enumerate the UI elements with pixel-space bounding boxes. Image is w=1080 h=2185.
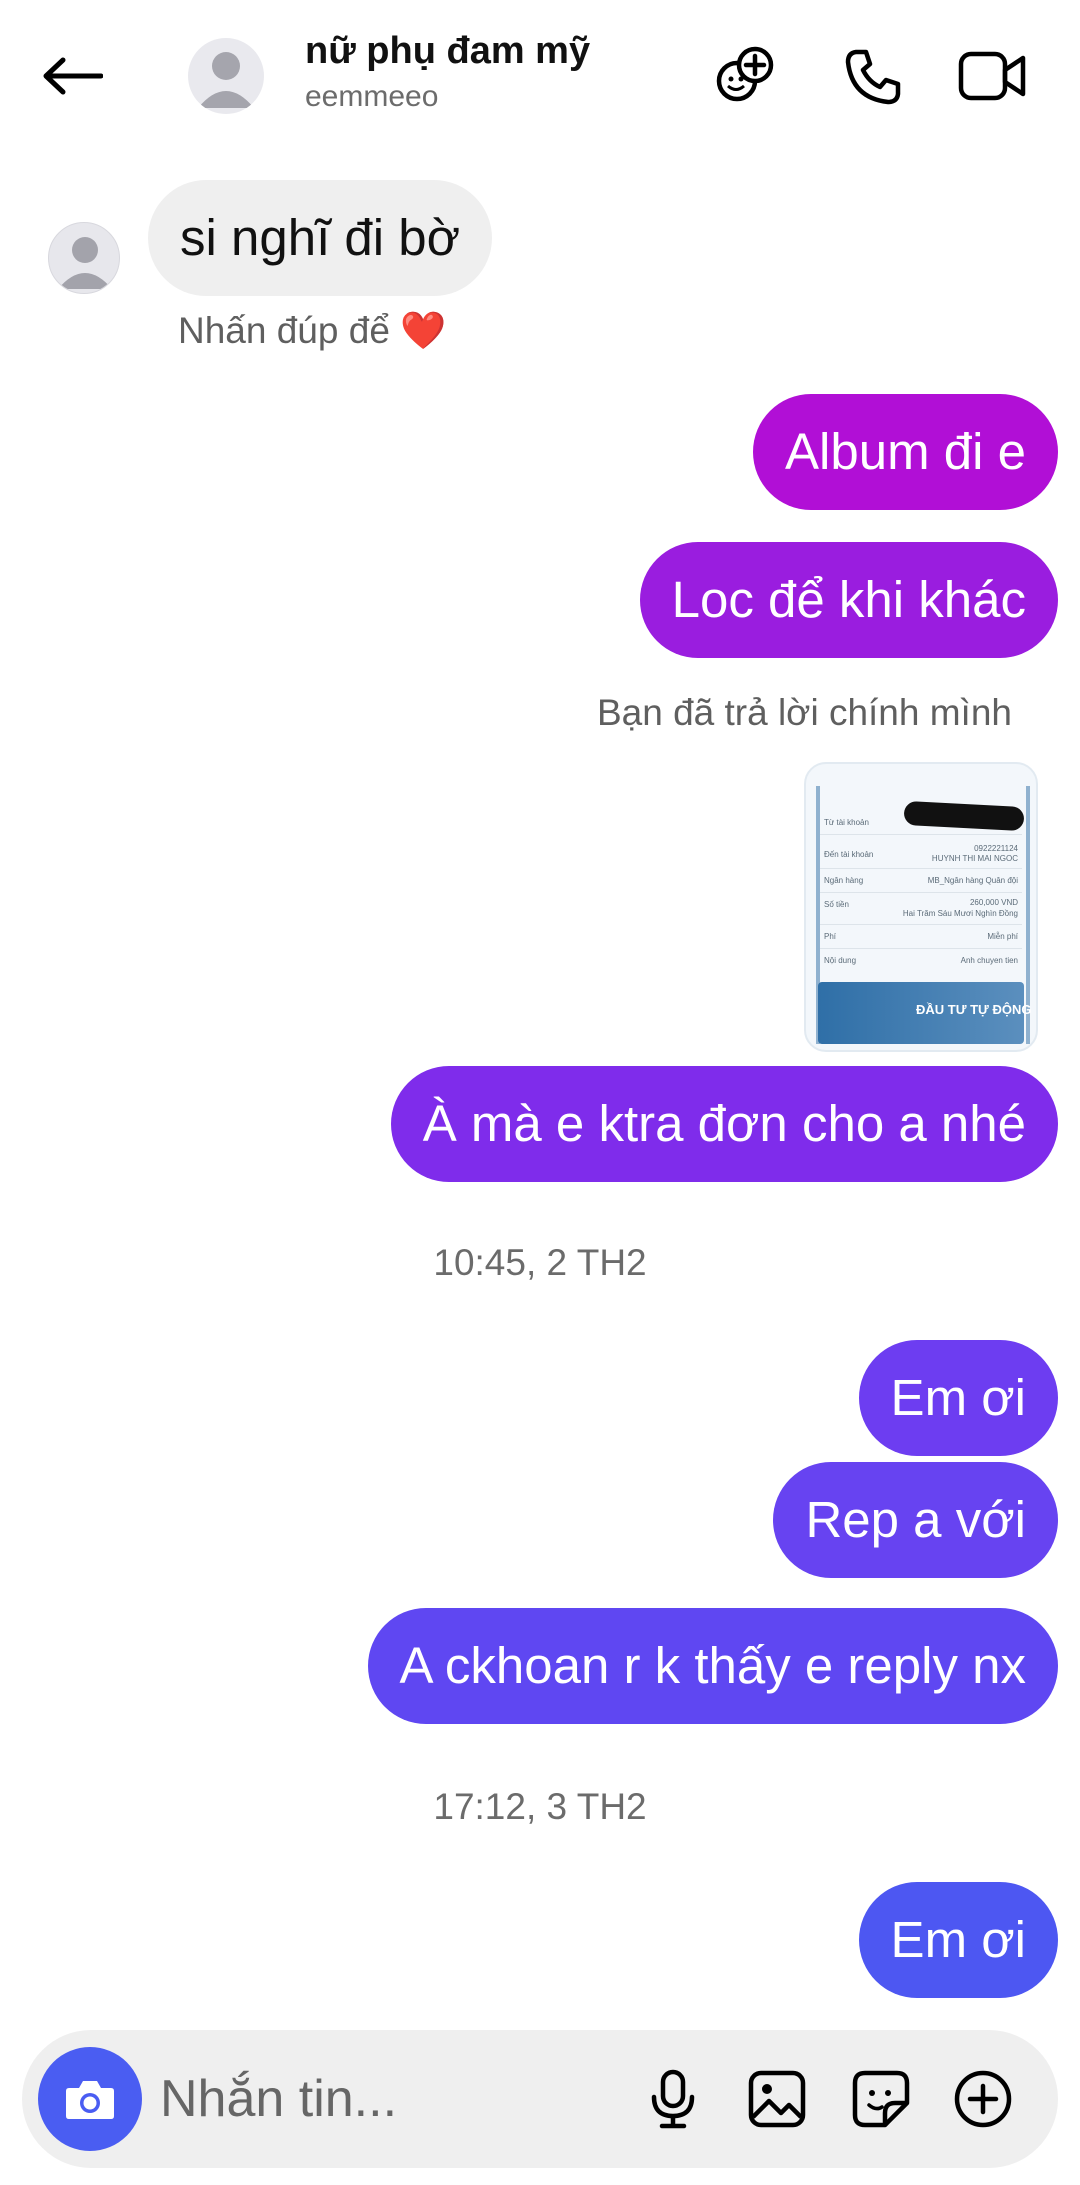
plus-circle-icon[interactable] [944, 2060, 1022, 2138]
message-bubble-outgoing[interactable]: Em ơi [858, 1882, 1058, 1998]
avatar[interactable] [188, 38, 264, 114]
phone-icon[interactable] [836, 40, 908, 112]
contact-name[interactable]: nữ phụ đam mỹ [305, 30, 590, 73]
message-bubble-outgoing[interactable]: Rep a với [773, 1462, 1058, 1578]
receipt-value: Hai Trăm Sáu Mươi Nghìn Đồng [902, 909, 1018, 918]
receipt-label: Nội dung [824, 956, 857, 965]
receipt-value: Anh chuyen tien [960, 956, 1018, 965]
message-bubble-outgoing[interactable]: Em ơi [858, 1340, 1058, 1456]
receipt-value: MB_Ngân hàng Quân đội [927, 876, 1018, 885]
message-bubble-outgoing[interactable]: Loc để khi khác [639, 542, 1058, 658]
receipt-value: 260,000 VND [969, 898, 1018, 907]
receipt-ad-text: ĐẦU TƯ TỰ ĐỘNG [916, 1002, 1032, 1017]
message-bubble-outgoing[interactable]: Album đi e [753, 394, 1058, 510]
message-bubble-outgoing[interactable]: A ckhoan r k thấy e reply nx [367, 1608, 1058, 1724]
gallery-icon[interactable] [738, 2060, 816, 2138]
camera-button[interactable] [38, 2047, 142, 2151]
double-tap-hint: Nhấn đúp để ❤️ [178, 310, 447, 351]
receipt-label: Từ tài khoản [824, 818, 869, 827]
receipt-value: HUYNH THI MAI NGOC [931, 854, 1018, 863]
receipt-value: 0922221124 [974, 844, 1018, 853]
sender-avatar[interactable] [48, 222, 120, 294]
back-arrow-icon[interactable] [36, 40, 108, 112]
video-camera-icon[interactable] [956, 40, 1028, 112]
reply-caption: Bạn đã trả lời chính mình [596, 692, 1012, 733]
receipt-label: Đến tài khoản [824, 850, 874, 859]
message-bubble-outgoing[interactable]: À mà e ktra đơn cho a nhé [390, 1066, 1058, 1182]
timestamp: 17:12, 3 TH2 [433, 1786, 647, 1827]
sticker-icon[interactable] [842, 2060, 920, 2138]
message-bubble-incoming[interactable]: si nghĩ đi bờ [148, 180, 493, 296]
receipt-label: Ngân hàng [824, 876, 864, 885]
message-input[interactable]: Nhắn tin... [160, 2064, 630, 2134]
receipt-value: Miễn phí [987, 932, 1018, 941]
receipt-label: Số tiền [824, 900, 849, 909]
add-people-icon[interactable] [710, 40, 782, 112]
receipt-label: Phí [824, 932, 837, 941]
chat-header: nữ phụ đam mỹ eemmeeo [0, 0, 1080, 150]
transfer-receipt-image[interactable]: Từ tài khoản Đến tài khoản 0922221124 HU… [804, 762, 1038, 1052]
contact-username[interactable]: eemmeeo [305, 80, 438, 114]
timestamp: 10:45, 2 TH2 [433, 1242, 647, 1283]
camera-icon [66, 2081, 114, 2119]
microphone-icon[interactable] [634, 2060, 712, 2138]
message-list[interactable]: si nghĩ đi bờ Nhấn đúp để ❤️ Album đi e … [0, 150, 1080, 2020]
message-composer: Nhắn tin... [22, 2030, 1058, 2168]
